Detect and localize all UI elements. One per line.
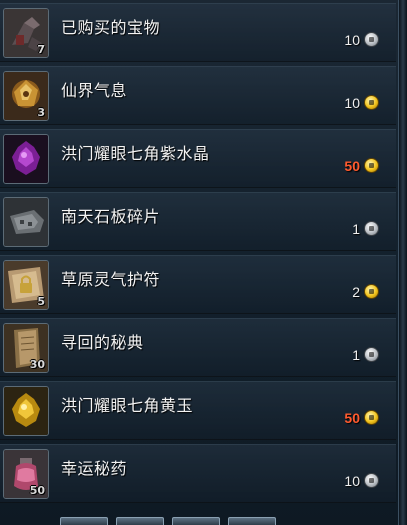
item-price: 10	[344, 473, 360, 489]
yellow-topaz-icon[interactable]	[3, 386, 49, 436]
item-name: 已购买的宝物	[61, 18, 161, 37]
item-name: 寻回的秘典	[61, 333, 144, 352]
item-name: 洪门耀眼七角黄玉	[61, 396, 194, 415]
item-name: 仙界气息	[61, 81, 128, 100]
golden-herb-icon[interactable]: 3	[3, 71, 49, 121]
bottom-tab-3[interactable]	[172, 517, 220, 525]
item-name: 南天石板碎片	[61, 207, 161, 226]
list-item[interactable]: 7 已购买的宝物 10	[0, 3, 396, 62]
list-item[interactable]: 南天石板碎片 1	[0, 192, 396, 251]
potion-jar-icon[interactable]: 50	[3, 449, 49, 499]
item-price: 1	[352, 221, 360, 237]
purple-crystal-icon[interactable]	[3, 134, 49, 184]
bottom-tab-2[interactable]	[116, 517, 164, 525]
list-item[interactable]: 洪门耀眼七角黄玉 50	[0, 381, 396, 440]
bottom-tab-4[interactable]	[228, 517, 276, 525]
item-price: 10	[344, 95, 360, 111]
item-name: 幸运秘药	[61, 459, 128, 478]
item-name: 草原灵气护符	[61, 270, 161, 289]
shop-item-list: 7 已购买的宝物 10 3 仙界气息 10 洪门耀眼七角紫水晶 50 南天石板碎…	[0, 0, 407, 525]
item-price: 10	[344, 32, 360, 48]
item-count: 50	[29, 484, 45, 497]
item-count: 7	[37, 43, 45, 56]
item-price: 50	[344, 410, 360, 426]
lock-charm-icon[interactable]: 5	[3, 260, 49, 310]
gold-coin-icon	[364, 95, 379, 110]
item-count: 3	[37, 106, 45, 119]
list-item[interactable]: 洪门耀眼七角紫水晶 50	[0, 129, 396, 188]
gold-coin-icon	[364, 410, 379, 425]
list-item[interactable]: 50 幸运秘药 10	[0, 444, 396, 503]
gold-coin-icon	[364, 284, 379, 299]
bottom-tab-1[interactable]	[60, 517, 108, 525]
scroll-book-icon[interactable]: 30	[3, 323, 49, 373]
silver-coin-icon	[364, 221, 379, 236]
item-price: 1	[352, 347, 360, 363]
gold-coin-icon	[364, 158, 379, 173]
silver-coin-icon	[364, 473, 379, 488]
silver-coin-icon	[364, 32, 379, 47]
list-item[interactable]: 5 草原灵气护符 2	[0, 255, 396, 314]
panel-scrollbar[interactable]	[398, 0, 407, 525]
silver-coin-icon	[364, 347, 379, 362]
item-count: 30	[29, 358, 45, 371]
stone-fragment-icon[interactable]	[3, 197, 49, 247]
item-price: 50	[344, 158, 360, 174]
item-price: 2	[352, 284, 360, 300]
bottom-tab-bar	[60, 517, 350, 525]
trade-bundle-icon[interactable]: 7	[3, 8, 49, 58]
item-name: 洪门耀眼七角紫水晶	[61, 144, 210, 163]
item-count: 5	[37, 295, 45, 308]
list-item[interactable]: 3 仙界气息 10	[0, 66, 396, 125]
list-item[interactable]: 30 寻回的秘典 1	[0, 318, 396, 377]
